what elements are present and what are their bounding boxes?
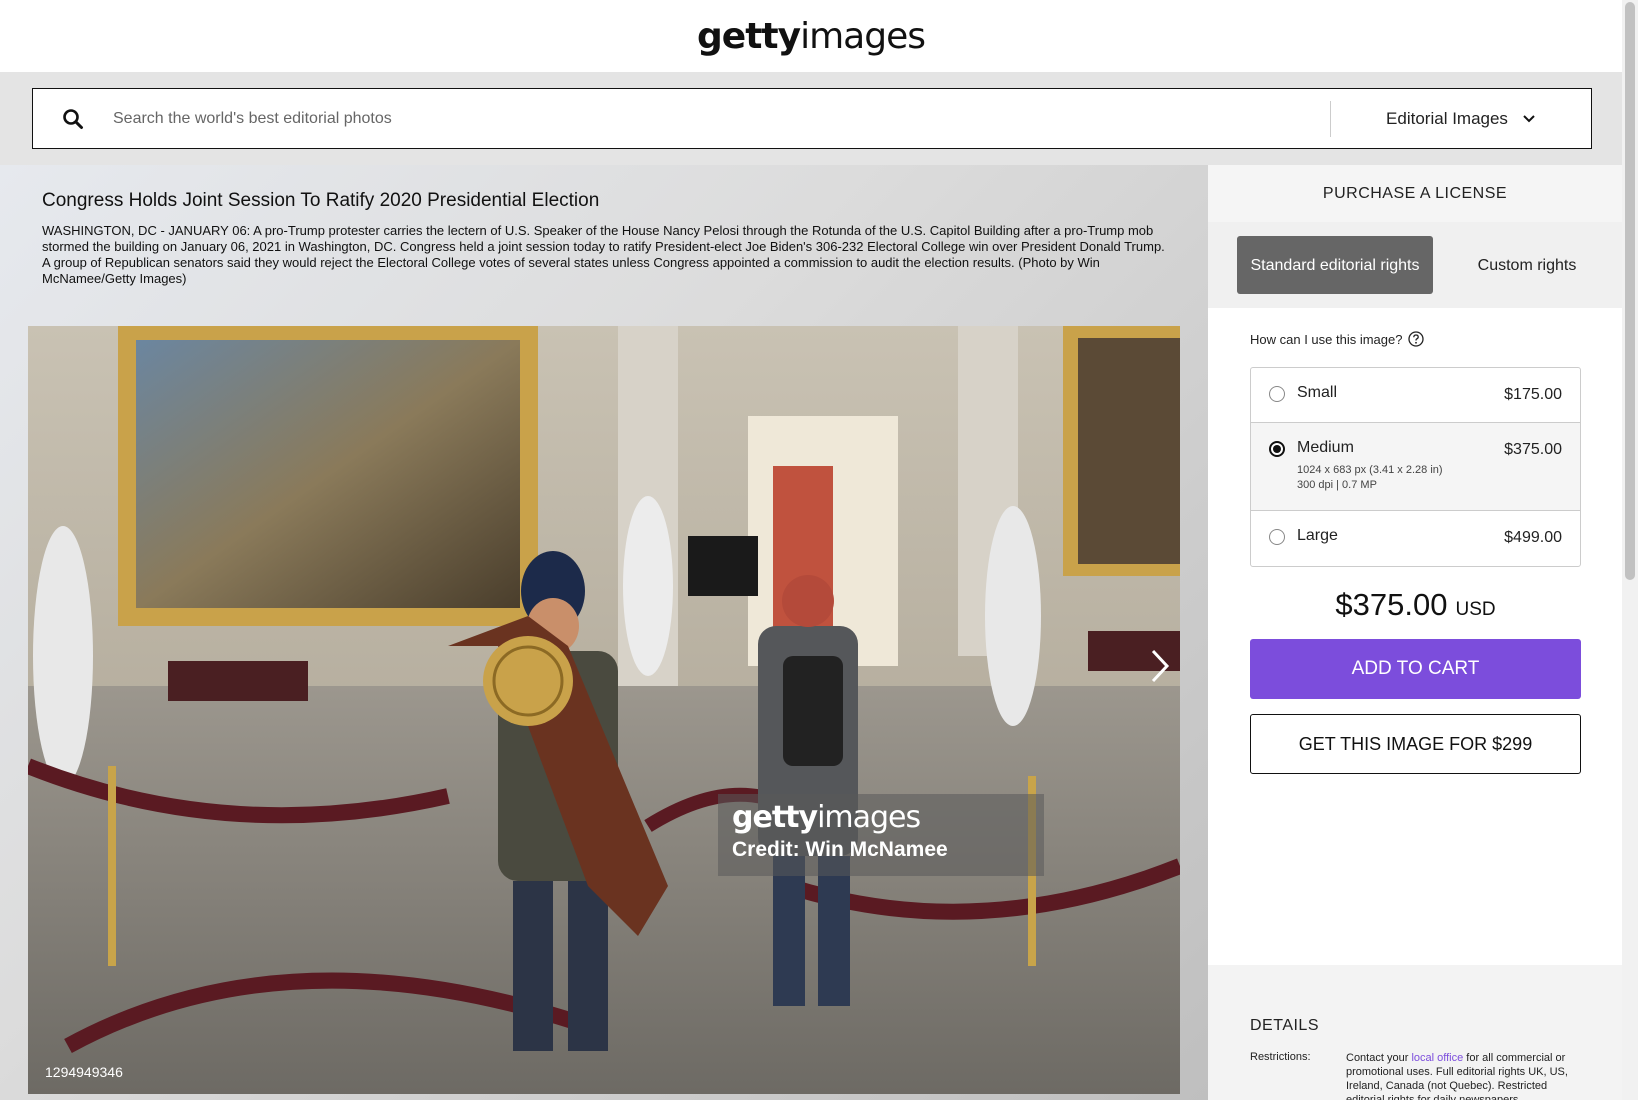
size-option-large[interactable]: Large $499.00 [1251, 511, 1580, 566]
chevron-right-icon [1151, 649, 1170, 683]
size-radio-small[interactable] [1269, 386, 1285, 402]
page-scrollbar[interactable] [1622, 0, 1638, 1100]
total-currency: USD [1455, 599, 1496, 620]
image-detail-area: Congress Holds Joint Session To Ratify 2… [0, 165, 1208, 1100]
purchase-heading: PURCHASE A LICENSE [1208, 165, 1622, 222]
size-option-medium[interactable]: Medium $375.00 1024 x 683 px (3.41 x 2.2… [1251, 423, 1580, 511]
size-price: $175.00 [1504, 386, 1562, 403]
local-office-link[interactable]: local office [1411, 1052, 1463, 1064]
size-radio-large[interactable] [1269, 529, 1285, 545]
next-image-arrow[interactable] [1150, 648, 1178, 698]
gettyimages-logo[interactable]: gettyimages [697, 16, 926, 57]
get-image-button[interactable]: GET THIS IMAGE FOR $299 [1250, 714, 1581, 774]
image-type-dropdown[interactable]: Editorial Images [1331, 89, 1591, 148]
total-price: $375.00 USD [1250, 587, 1581, 623]
size-radio-medium[interactable] [1269, 441, 1285, 457]
image-type-label: Editorial Images [1386, 108, 1508, 128]
size-option-small[interactable]: Small $175.00 [1251, 368, 1580, 423]
total-amount: $375.00 [1335, 587, 1448, 622]
add-to-cart-button[interactable]: ADD TO CART [1250, 639, 1581, 699]
purchase-panel: PURCHASE A LICENSE Standard editorial ri… [1208, 165, 1622, 1100]
size-name: Large [1297, 527, 1338, 544]
scrollbar-thumb[interactable] [1625, 2, 1635, 580]
search-input[interactable] [113, 89, 1330, 148]
rights-tabs: Standard editorial rights Custom rights [1208, 222, 1622, 308]
search-icon[interactable] [33, 89, 113, 148]
size-price: $375.00 [1504, 441, 1562, 458]
top-header: gettyimages [0, 0, 1622, 72]
editorial-photo[interactable]: gettyimages Credit: Win McNamee 12949493… [28, 326, 1180, 1094]
getty-watermark: gettyimages Credit: Win McNamee [718, 794, 1044, 876]
size-price: $499.00 [1504, 529, 1562, 546]
photo-illustration [28, 326, 1180, 1094]
restrictions-label: Restrictions: [1250, 1051, 1311, 1063]
photo-credit: Credit: Win McNamee [732, 838, 948, 861]
image-id: 1294949346 [45, 1064, 123, 1080]
search-band: Editorial Images [0, 72, 1622, 165]
chevron-down-icon [1523, 114, 1535, 122]
image-title: Congress Holds Joint Session To Ratify 2… [42, 190, 600, 211]
tab-standard-editorial-rights[interactable]: Standard editorial rights [1237, 236, 1433, 294]
size-dimensions: 1024 x 683 px (3.41 x 2.28 in) [1297, 464, 1443, 476]
restrictions-text: Contact your local office for all commer… [1346, 1052, 1568, 1100]
help-circle-icon[interactable] [1408, 331, 1425, 347]
details-heading: DETAILS [1250, 1017, 1319, 1034]
size-options: Small $175.00 Medium $375.00 1024 x 683 … [1250, 367, 1581, 567]
search-bar: Editorial Images [32, 88, 1592, 149]
usage-question-label: How can I use this image? [1250, 331, 1403, 347]
image-caption: WASHINGTON, DC - JANUARY 06: A pro-Trump… [42, 223, 1165, 286]
size-name: Medium [1297, 439, 1354, 456]
size-name: Small [1297, 384, 1338, 401]
usage-question[interactable]: How can I use this image? [1250, 331, 1425, 347]
size-resolution: 300 dpi | 0.7 MP [1297, 479, 1377, 491]
tab-custom-rights[interactable]: Custom rights [1452, 236, 1602, 294]
